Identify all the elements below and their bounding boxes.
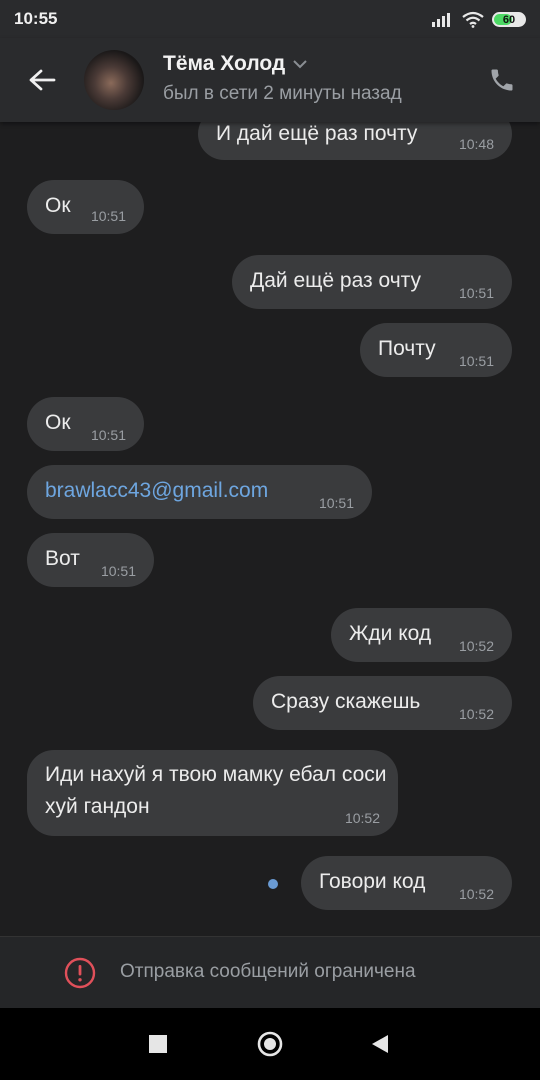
message-time: 10:51 — [458, 353, 494, 369]
message-time: 10:52 — [458, 638, 494, 654]
home-button[interactable] — [256, 1030, 284, 1058]
arrow-left-icon — [29, 69, 56, 91]
message-time: 10:52 — [458, 886, 494, 902]
contact-name-text: Тёма Холод — [163, 52, 286, 75]
message-outgoing[interactable]: И дай ещё раз почту 10:48 — [198, 122, 512, 160]
chevron-down-icon — [293, 60, 307, 69]
message-text: Ок — [45, 194, 71, 217]
message-time: 10:48 — [458, 136, 494, 152]
call-button[interactable] — [486, 64, 518, 96]
email-link[interactable]: brawlacc43@gmail.com — [45, 479, 268, 503]
message-incoming-link[interactable]: brawlacc43@gmail.com 10:51 — [27, 465, 372, 519]
signal-icon — [432, 13, 450, 27]
system-nav-bar — [0, 1008, 540, 1080]
message-time: 10:51 — [318, 495, 354, 511]
back-button[interactable] — [22, 60, 62, 100]
status-icons: 60 — [432, 9, 526, 29]
wifi-icon — [462, 11, 484, 28]
message-time: 10:52 — [458, 706, 494, 722]
message-text: Ок — [45, 411, 71, 434]
unread-indicator — [268, 879, 278, 889]
message-outgoing[interactable]: Сразу скажешь 10:52 — [253, 676, 512, 730]
message-text: Говори код — [319, 870, 426, 893]
message-incoming[interactable]: Вот 10:51 — [27, 533, 154, 587]
battery-icon: 60 — [492, 11, 526, 27]
message-text: Вот — [45, 547, 80, 570]
message-text: Почту — [378, 337, 436, 360]
chat-header: Тёма Холод был в сети 2 минуты назад — [0, 38, 540, 122]
message-incoming[interactable]: Иди нахуй я твою мамку ебал соси хуй ган… — [27, 750, 398, 836]
message-list[interactable]: И дай ещё раз почту 10:48 Ок 10:51 Дай е… — [0, 122, 540, 936]
battery-level: 60 — [502, 13, 516, 26]
message-text: Сразу скажешь — [271, 690, 421, 713]
avatar[interactable] — [84, 50, 144, 110]
message-time: 10:51 — [100, 563, 136, 579]
message-text: Дай ещё раз очту — [250, 269, 422, 292]
triangle-back-icon — [372, 1035, 388, 1053]
message-outgoing[interactable]: Жди код 10:52 — [331, 608, 512, 662]
message-text: Жди код — [349, 622, 432, 645]
message-time: 10:51 — [90, 427, 126, 443]
messaging-restricted-bar: Отправка сообщений ограничена — [0, 936, 540, 1009]
square-icon — [149, 1035, 167, 1053]
phone-icon — [491, 69, 513, 91]
message-outgoing[interactable]: Говори код 10:52 — [301, 856, 512, 910]
message-incoming[interactable]: Ок 10:51 — [27, 397, 144, 451]
message-outgoing[interactable]: Почту 10:51 — [360, 323, 512, 377]
restriction-text: Отправка сообщений ограничена — [120, 961, 416, 982]
message-time: 10:52 — [344, 810, 380, 826]
back-nav-button[interactable] — [366, 1030, 394, 1058]
message-outgoing[interactable]: Дай ещё раз очту 10:51 — [232, 255, 512, 309]
contact-status: был в сети 2 минуты назад — [163, 83, 402, 104]
message-time: 10:51 — [458, 285, 494, 301]
circle-icon — [257, 1031, 283, 1057]
status-time: 10:55 — [14, 9, 58, 28]
contact-name[interactable]: Тёма Холод — [163, 52, 307, 76]
recents-button[interactable] — [144, 1030, 172, 1058]
status-bar: 10:55 60 — [0, 0, 540, 38]
message-time: 10:51 — [90, 208, 126, 224]
message-incoming[interactable]: Ок 10:51 — [27, 180, 144, 234]
message-text: И дай ещё раз почту — [216, 122, 418, 145]
alert-circle-icon — [64, 957, 96, 989]
